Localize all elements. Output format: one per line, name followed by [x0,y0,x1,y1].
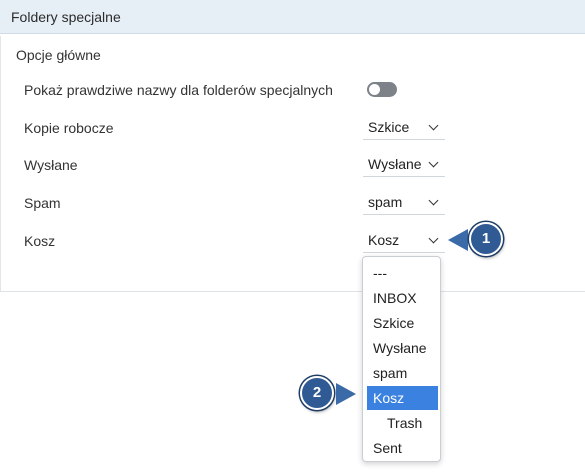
trash-select-value: Kosz [368,232,400,248]
chevron-down-icon [428,195,439,206]
drafts-label: Kopie robocze [24,120,114,136]
callout-number: 1 [469,222,503,256]
spam-select-value: spam [368,194,403,210]
chevron-down-icon [428,120,439,131]
sent-label: Wysłane [24,157,78,173]
drafts-select[interactable]: Szkice [363,114,445,140]
trash-select-dropdown: --- INBOX Szkice Wysłane spam Kosz Trash… [362,256,441,462]
dropdown-option[interactable]: Szkice [367,311,438,335]
dropdown-option[interactable]: Trash [367,411,438,435]
show-real-names-toggle[interactable] [367,82,397,97]
dropdown-option[interactable]: Wysłane [367,336,438,360]
callout-number: 2 [300,376,334,410]
dropdown-option[interactable]: --- [367,261,438,285]
chevron-down-icon [428,233,439,244]
toggle-knob [369,84,380,95]
callout-1: 1 [448,220,508,260]
callout-arrow [336,383,356,405]
dropdown-option-selected[interactable]: Kosz [367,386,438,410]
panel-title: Foldery specjalne [11,9,121,25]
trash-label: Kosz [24,233,56,249]
trash-select[interactable]: Kosz [363,227,445,253]
spam-select[interactable]: spam [363,189,445,215]
fieldset-legend: Opcje główne [16,47,101,63]
panel-header: Foldery specjalne [0,0,585,34]
dropdown-option[interactable]: INBOX [367,286,438,310]
spam-label: Spam [24,195,61,211]
drafts-select-value: Szkice [368,119,410,135]
callout-arrow [448,229,468,251]
show-real-names-label: Pokaż prawdziwe nazwy dla folderów specj… [24,82,333,98]
dropdown-option[interactable]: spam [367,361,438,385]
chevron-down-icon [428,157,439,168]
sent-select[interactable]: Wysłane [363,151,445,177]
sent-select-value: Wysłane [368,156,422,172]
callout-2: 2 [298,374,362,414]
dropdown-option[interactable]: Sent [367,436,438,460]
